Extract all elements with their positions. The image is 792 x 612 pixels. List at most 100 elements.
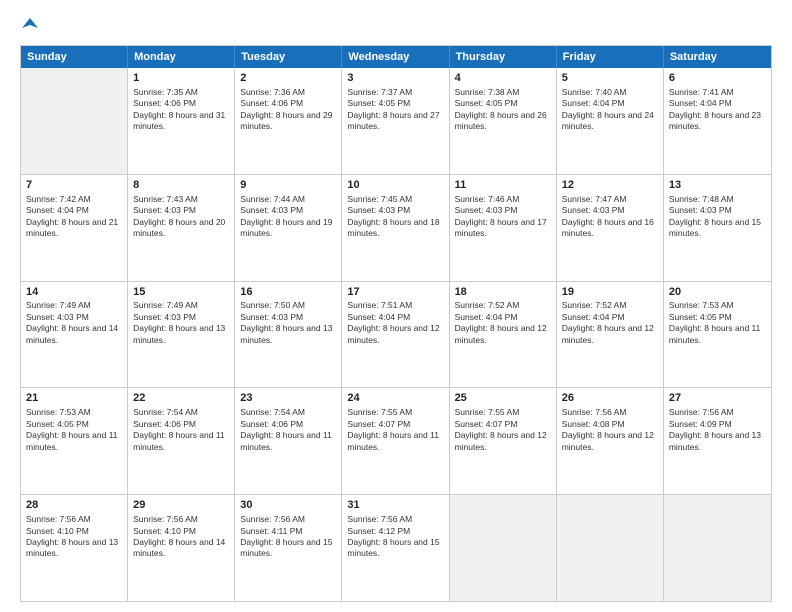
table-row: 3Sunrise: 7:37 AMSunset: 4:05 PMDaylight… xyxy=(342,68,449,174)
sunset-label: Sunset: 4:03 PM xyxy=(133,312,196,322)
table-row: 21Sunrise: 7:53 AMSunset: 4:05 PMDayligh… xyxy=(21,388,128,494)
cell-info: Sunrise: 7:54 AMSunset: 4:06 PMDaylight:… xyxy=(240,407,336,453)
table-row: 20Sunrise: 7:53 AMSunset: 4:05 PMDayligh… xyxy=(664,282,771,388)
cell-info: Sunrise: 7:50 AM Sunset: 4:03 PMDaylight:… xyxy=(240,300,336,346)
sunset-label: Sunset: 4:03 PM xyxy=(26,312,89,322)
day-number: 1 xyxy=(133,71,229,86)
cell-info: Sunrise: 7:40 AMSunset: 4:04 PMDaylight:… xyxy=(562,87,658,133)
day-number: 31 xyxy=(347,498,443,513)
day-number: 20 xyxy=(669,285,766,300)
cell-info: Sunrise: 7:46 AMSunset: 4:03 PM Daylight:… xyxy=(455,194,551,240)
daylight-label: Daylight: 8 hours and 11 minutes. xyxy=(669,323,761,344)
sunset-label: Sunset: 4:09 PM xyxy=(669,419,732,429)
sunrise-label: Sunrise: 7:38 AM xyxy=(455,87,520,97)
sunset-label: Sunset: 4:03 PM xyxy=(455,205,518,215)
sunset-label: Sunset: 4:08 PM xyxy=(562,419,625,429)
table-row: 19Sunrise: 7:52 AMSunset: 4:04 PMDayligh… xyxy=(557,282,664,388)
sunrise-label: Sunrise: 7:40 AM xyxy=(562,87,627,97)
daylight-label: Daylight: 8 hours and 27 minutes. xyxy=(347,110,439,131)
cell-info: Sunrise: 7:49 AM Sunset: 4:03 PMDaylight:… xyxy=(133,300,229,346)
table-row: 12Sunrise: 7:47 AMSunset: 4:03 PMDayligh… xyxy=(557,175,664,281)
sunrise-label: Sunrise: 7:56 AM xyxy=(26,514,91,524)
cell-info: Sunrise: 7:56 AM Sunset: 4:12 PMDaylight:… xyxy=(347,514,443,560)
day-number: 28 xyxy=(26,498,122,513)
day-number: 14 xyxy=(26,285,122,300)
daylight-label: Daylight: 8 hours and 14 minutes. xyxy=(26,323,118,344)
cell-info: Sunrise: 7:48 AMSunset: 4:03 PMDaylight:… xyxy=(669,194,766,240)
sunrise-label: Sunrise: 7:55 AM xyxy=(347,407,412,417)
daylight-label: Daylight: 8 hours and 11 minutes. xyxy=(26,430,118,451)
cal-week-3: 21Sunrise: 7:53 AMSunset: 4:05 PMDayligh… xyxy=(21,388,771,495)
sunrise-label: Sunrise: 7:50 AM xyxy=(240,300,305,310)
day-number: 29 xyxy=(133,498,229,513)
sunrise-label: Sunrise: 7:52 AM xyxy=(562,300,627,310)
cell-info: Sunrise: 7:49 AM Sunset: 4:03 PMDaylight:… xyxy=(26,300,122,346)
sunrise-label: Sunrise: 7:55 AM xyxy=(455,407,520,417)
cell-info: Sunrise: 7:56 AMSunset: 4:08 PMDaylight:… xyxy=(562,407,658,453)
cell-info: Sunrise: 7:56 AMSunset: 4:10 PMDaylight:… xyxy=(133,514,229,560)
table-row: 23Sunrise: 7:54 AMSunset: 4:06 PMDayligh… xyxy=(235,388,342,494)
day-number: 3 xyxy=(347,71,443,86)
cal-week-1: 7Sunrise: 7:42 AMSunset: 4:04 PMDaylight… xyxy=(21,175,771,282)
sunset-label: Sunset: 4:07 PM xyxy=(455,419,518,429)
table-row: 18Sunrise: 7:52 AMSunset: 4:04 PMDayligh… xyxy=(450,282,557,388)
sunset-label: Sunset: 4:05 PM xyxy=(347,98,410,108)
sunset-label: Sunset: 4:03 PM xyxy=(240,205,303,215)
day-number: 22 xyxy=(133,391,229,406)
daylight-label: Daylight: 8 hours and 17 minutes. xyxy=(455,217,547,238)
sunset-label: Sunset: 4:04 PM xyxy=(562,98,625,108)
header xyxy=(20,16,772,37)
cell-info: Sunrise: 7:38 AMSunset: 4:05 PMDaylight:… xyxy=(455,87,551,133)
sunrise-label: Sunrise: 7:56 AM xyxy=(347,514,412,524)
day-number: 18 xyxy=(455,285,551,300)
table-row: 5Sunrise: 7:40 AMSunset: 4:04 PMDaylight… xyxy=(557,68,664,174)
table-row xyxy=(557,495,664,601)
header-wednesday: Wednesday xyxy=(342,46,449,68)
logo xyxy=(20,16,38,37)
sunset-label: Sunset: 4:11 PM xyxy=(240,526,302,536)
cell-info: Sunrise: 7:56 AMSunset: 4:11 PMDaylight:… xyxy=(240,514,336,560)
cal-week-4: 28 Sunrise: 7:56 AMSunset: 4:10 PMDayligh… xyxy=(21,495,771,601)
table-row: 7Sunrise: 7:42 AMSunset: 4:04 PMDaylight… xyxy=(21,175,128,281)
daylight-label: Daylight: 8 hours and 23 minutes. xyxy=(669,110,761,131)
cell-info: Sunrise: 7:55 AMSunset: 4:07 PMDaylight:… xyxy=(347,407,443,453)
cell-info: Sunrise: 7:37 AMSunset: 4:05 PMDaylight:… xyxy=(347,87,443,133)
sunset-label: Sunset: 4:03 PM xyxy=(240,312,303,322)
table-row: 9Sunrise: 7:44 AMSunset: 4:03 PMDaylight… xyxy=(235,175,342,281)
daylight-label: Daylight: 8 hours and 11 minutes. xyxy=(240,430,332,451)
table-row xyxy=(450,495,557,601)
header-friday: Friday xyxy=(557,46,664,68)
daylight-label: Daylight: 8 hours and 13 minutes. xyxy=(240,323,332,344)
sunrise-label: Sunrise: 7:53 AM xyxy=(669,300,734,310)
day-number: 9 xyxy=(240,178,336,193)
header-monday: Monday xyxy=(128,46,235,68)
sunset-label: Sunset: 4:12 PM xyxy=(347,526,410,536)
table-row: 1Sunrise: 7:35 AMSunset: 4:06 PMDaylight… xyxy=(128,68,235,174)
sunrise-label: Sunrise: 7:49 AM xyxy=(133,300,198,310)
sunrise-label: Sunrise: 7:56 AM xyxy=(669,407,734,417)
table-row: 8Sunrise: 7:43 AMSunset: 4:03 PMDaylight… xyxy=(128,175,235,281)
daylight-label: Daylight: 8 hours and 12 minutes. xyxy=(562,430,654,451)
day-number: 21 xyxy=(26,391,122,406)
daylight-label: Daylight: 8 hours and 26 minutes. xyxy=(455,110,547,131)
table-row: 11Sunrise: 7:46 AMSunset: 4:03 PMDayligh… xyxy=(450,175,557,281)
cell-info: Sunrise: 7:54 AMSunset: 4:06 PMDaylight:… xyxy=(133,407,229,453)
cell-info: Sunrise: 7:43 AMSunset: 4:03 PMDaylight:… xyxy=(133,194,229,240)
daylight-label: Daylight: 8 hours and 15 minutes. xyxy=(347,537,439,558)
daylight-label: Daylight: 8 hours and 13 minutes. xyxy=(133,323,225,344)
day-number: 16 xyxy=(240,285,336,300)
sunrise-label: Sunrise: 7:46 AM xyxy=(455,194,520,204)
sunrise-label: Sunrise: 7:35 AM xyxy=(133,87,198,97)
daylight-label: Daylight: 8 hours and 12 minutes. xyxy=(455,323,547,344)
daylight-label: Daylight: 8 hours and 12 minutes. xyxy=(455,430,547,451)
day-number: 7 xyxy=(26,178,122,193)
sunrise-label: Sunrise: 7:47 AM xyxy=(562,194,627,204)
calendar: Sunday Monday Tuesday Wednesday Thursday… xyxy=(20,45,772,602)
day-number: 17 xyxy=(347,285,443,300)
cell-info: Sunrise: 7:53 AMSunset: 4:05 PMDaylight:… xyxy=(669,300,766,346)
day-number: 6 xyxy=(669,71,766,86)
table-row: 2Sunrise: 7:36 AMSunset: 4:06 PMDaylight… xyxy=(235,68,342,174)
day-number: 24 xyxy=(347,391,443,406)
table-row: 15Sunrise: 7:49 AMSunset: 4:03 PMDayligh… xyxy=(128,282,235,388)
sunrise-label: Sunrise: 7:49 AM xyxy=(26,300,91,310)
